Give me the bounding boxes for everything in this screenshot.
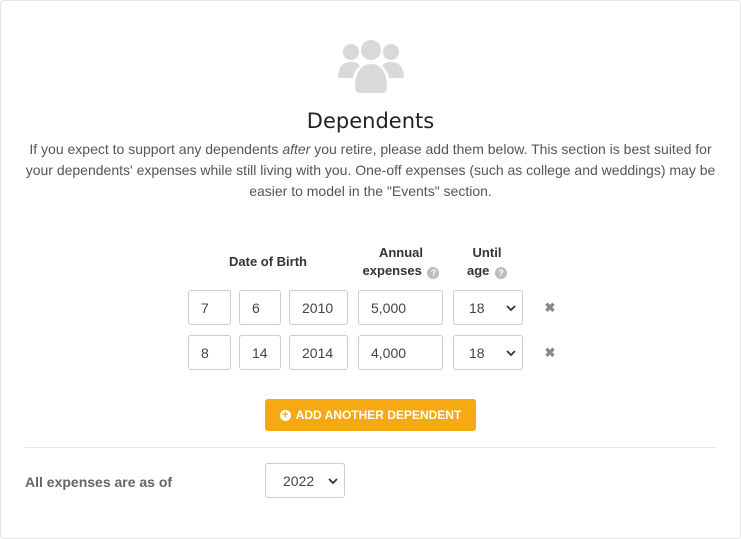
remove-dependent-icon[interactable]: ✖: [544, 346, 556, 359]
intro-emphasis: after: [282, 141, 311, 157]
dob-month-input[interactable]: 7: [188, 290, 231, 325]
dob-year-input[interactable]: 2014: [289, 335, 348, 370]
chevron-down-icon: [506, 349, 516, 356]
until-age-select[interactable]: 18: [453, 335, 523, 370]
expenses-column-header: Annual expenses ?: [356, 244, 446, 280]
remove-dependent-icon[interactable]: ✖: [544, 301, 556, 314]
until-header-label: age: [466, 263, 490, 278]
dob-month-input[interactable]: 8: [188, 335, 231, 370]
annual-expenses-input[interactable]: 4,000: [358, 335, 443, 370]
add-dependent-label: ADD ANOTHER DEPENDENT: [295, 408, 462, 422]
expenses-header-line1: Annual: [378, 245, 424, 260]
add-dependent-button[interactable]: + ADD ANOTHER DEPENDENT: [265, 399, 476, 431]
help-icon[interactable]: ?: [495, 267, 508, 279]
chevron-down-icon: [328, 477, 338, 484]
expenses-year-select[interactable]: 2022: [265, 463, 345, 498]
section-intro: If you expect to support any dependents …: [22, 139, 719, 202]
dob-column-header: Date of Birth: [188, 253, 348, 271]
expenses-as-of-label: All expenses are as of: [25, 474, 173, 490]
until-age-column-header: Until age ?: [452, 244, 522, 280]
expenses-header-label: expenses: [362, 263, 422, 278]
divider: [25, 447, 716, 448]
plus-circle-icon: +: [279, 409, 291, 421]
until-age-select[interactable]: 18: [453, 290, 523, 325]
expenses-header-line2: expenses ?: [356, 262, 446, 280]
until-age-value: 18: [469, 299, 485, 316]
dob-day-input[interactable]: 14: [239, 335, 281, 370]
expenses-year-value: 2022: [283, 472, 315, 489]
help-icon[interactable]: ?: [427, 267, 440, 279]
people-group-icon: [338, 40, 404, 93]
intro-text-start: If you expect to support any dependents: [29, 141, 283, 157]
dob-year-input[interactable]: 2010: [289, 290, 348, 325]
dob-day-input[interactable]: 6: [239, 290, 281, 325]
annual-expenses-input[interactable]: 5,000: [358, 290, 443, 325]
chevron-down-icon: [506, 304, 516, 311]
until-header-line2: age ?: [452, 262, 522, 280]
dob-header-label: Date of Birth: [229, 254, 307, 269]
until-age-value: 18: [469, 344, 485, 361]
section-title: Dependents: [306, 109, 435, 133]
until-header-line1: Until: [472, 245, 502, 260]
